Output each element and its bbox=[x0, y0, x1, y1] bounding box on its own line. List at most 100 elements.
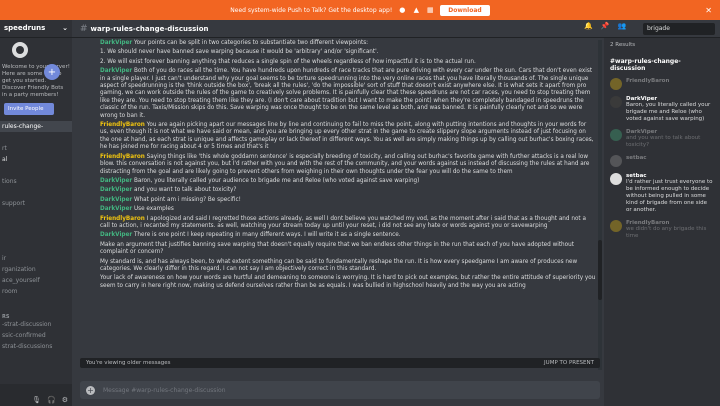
channel-item[interactable]: rules-change- bbox=[0, 121, 72, 132]
channel-item[interactable] bbox=[0, 209, 72, 220]
message-text: Both of you do races all the time. You h… bbox=[100, 68, 593, 119]
avatar bbox=[610, 155, 622, 167]
hash-icon: # bbox=[80, 23, 88, 34]
message-author[interactable]: DarkViper bbox=[100, 40, 132, 46]
result-text: I'd rather just trust everyone to be inf… bbox=[626, 179, 713, 213]
desktop-app-banner: Need system-wide Push to Talk? Get the d… bbox=[0, 0, 720, 20]
avatar bbox=[610, 173, 622, 185]
message-author[interactable]: DarkViper bbox=[100, 68, 132, 74]
server-name: speedruns bbox=[4, 24, 46, 32]
message-author[interactable]: DarkViper bbox=[100, 178, 132, 184]
message-composer[interactable]: + Message #warp-rules-change-discussion bbox=[80, 381, 600, 399]
members-icon[interactable]: 👥 bbox=[617, 22, 626, 30]
channel-item[interactable]: tions bbox=[0, 176, 72, 187]
search-input[interactable]: brigade bbox=[643, 23, 715, 35]
channel-list: rules-change-rt al tions support ir rganizati… bbox=[0, 121, 72, 352]
viewing-bar bbox=[0, 384, 72, 394]
results-count: 2 Results bbox=[610, 42, 636, 48]
search-result[interactable]: setbac bbox=[610, 155, 714, 167]
chevron-down-icon[interactable]: ⌄ bbox=[62, 24, 68, 33]
message: DarkViper Use examples bbox=[100, 206, 596, 213]
result-text: Baron, you literally called your brigade… bbox=[626, 102, 711, 122]
message-author[interactable]: DarkViper bbox=[100, 206, 132, 212]
search-result[interactable]: setbac I'd rather just trust everyone to … bbox=[610, 173, 714, 214]
banner-text: Need system-wide Push to Talk? Get the d… bbox=[230, 6, 393, 14]
invite-people-button[interactable]: Invite People bbox=[4, 103, 54, 115]
search-result[interactable]: DarkViper Baron, you literally called you… bbox=[610, 96, 714, 123]
message-text: Baron, you literally called your audienc… bbox=[133, 177, 420, 184]
avatar bbox=[610, 129, 622, 141]
mic-icon[interactable]: 🎙 bbox=[32, 396, 41, 404]
message: DarkViper and you want to talk about tox… bbox=[100, 187, 596, 194]
scrollbar[interactable] bbox=[598, 40, 602, 370]
message-author[interactable]: FriendlyBaron bbox=[100, 122, 145, 128]
message-author[interactable]: FriendlyBaron bbox=[100, 154, 145, 160]
channel-item[interactable]: ssic-confirmed bbox=[0, 330, 72, 341]
channel-item[interactable] bbox=[0, 187, 72, 198]
message-text: What point am i missing? Be specific! bbox=[133, 196, 241, 203]
channel-item[interactable] bbox=[0, 297, 72, 308]
message-author[interactable]: DarkViper bbox=[100, 197, 132, 203]
message-author[interactable]: DarkViper bbox=[100, 232, 132, 238]
search-result[interactable]: FriendlyBaron bbox=[610, 78, 714, 90]
channel-item[interactable]: ace_yourself bbox=[0, 275, 72, 286]
channel-item[interactable]: al bbox=[0, 154, 72, 165]
search-result[interactable]: FriendlyBaron we didn't do any brigade th… bbox=[610, 220, 714, 240]
jump-to-present-button[interactable]: JUMP TO PRESENT bbox=[544, 360, 594, 366]
results-channel: #warp-rules-change-discussion bbox=[610, 58, 681, 72]
channel-item[interactable]: support bbox=[0, 198, 72, 209]
channel-item[interactable] bbox=[0, 165, 72, 176]
apple-icon[interactable]: ● bbox=[398, 6, 406, 14]
channel-item[interactable] bbox=[0, 231, 72, 242]
result-author: FriendlyBaron bbox=[626, 78, 670, 84]
message: DarkViper Your points can be split in tw… bbox=[100, 40, 596, 47]
message-text: I apologized and said I regretted those … bbox=[100, 215, 586, 229]
channel-item[interactable]: strat-discussions bbox=[0, 341, 72, 352]
composer-placeholder: Message #warp-rules-change-discussion bbox=[103, 386, 226, 394]
message: DarkViper Both of you do races all the t… bbox=[100, 68, 596, 120]
result-text: we didn't do any brigade this time bbox=[626, 226, 707, 239]
download-button[interactable]: Download bbox=[440, 4, 490, 16]
message-text: There is one point I keep repeating in m… bbox=[133, 232, 401, 239]
message: DarkViper Baron, you literally called yo… bbox=[100, 178, 596, 185]
android-icon[interactable]: ▲ bbox=[412, 6, 420, 14]
message-text: and you want to talk about toxicity? bbox=[133, 187, 237, 194]
channel-item[interactable] bbox=[0, 242, 72, 253]
message-text: 2. We will exist forever banning anythin… bbox=[100, 58, 476, 65]
pin-icon[interactable]: 📌 bbox=[601, 22, 610, 30]
message-text: Your lack of awareness on how your words… bbox=[100, 275, 596, 289]
channel-item[interactable] bbox=[0, 220, 72, 231]
result-author: setbac bbox=[626, 155, 647, 161]
channel-item[interactable]: ir bbox=[0, 253, 72, 264]
channel-item[interactable]: rganization bbox=[0, 264, 72, 275]
message: FriendlyBaron Saying things like 'this w… bbox=[100, 154, 596, 176]
message-text: Make an argument that justifies banning … bbox=[100, 241, 574, 256]
upload-plus-icon[interactable]: + bbox=[86, 385, 95, 395]
channel-title: warp-rules-change-discussion bbox=[90, 24, 209, 33]
add-icon[interactable]: + bbox=[44, 64, 60, 80]
search-result[interactable]: DarkViper and you want to talk about toxi… bbox=[610, 129, 714, 149]
avatar bbox=[610, 96, 622, 108]
headphones-icon[interactable]: 🎧 bbox=[47, 396, 56, 404]
search-results-panel: 2 Results #warp-rules-change-discussion … bbox=[604, 38, 720, 406]
windows-icon[interactable]: ▦ bbox=[426, 6, 434, 14]
jump-bar[interactable]: You're viewing older messages JUMP TO PR… bbox=[80, 358, 600, 368]
server-header[interactable]: speedruns ⌄ bbox=[0, 20, 72, 38]
scrollbar-thumb[interactable] bbox=[598, 240, 602, 300]
message-author[interactable]: DarkViper bbox=[100, 187, 132, 193]
message-author[interactable]: FriendlyBaron bbox=[100, 216, 145, 222]
channel-item[interactable]: -strat-discussion bbox=[0, 319, 72, 330]
channel-item[interactable]: rt bbox=[0, 143, 72, 154]
settings-icon[interactable]: ⚙ bbox=[62, 396, 68, 404]
header-icons: 🔔 📌 👥 bbox=[584, 22, 626, 30]
results-list: FriendlyBaron DarkViper Baron, you literal… bbox=[610, 78, 714, 240]
message: DarkViper There is one point I keep repe… bbox=[100, 232, 596, 239]
channel-category[interactable] bbox=[0, 132, 72, 143]
channel-item[interactable]: room bbox=[0, 286, 72, 297]
channel-category[interactable]: rs bbox=[0, 308, 72, 319]
message: Your lack of awareness on how your words… bbox=[100, 275, 596, 290]
bell-icon[interactable]: 🔔 bbox=[584, 22, 593, 30]
message-text: Your points can be split in two categori… bbox=[133, 40, 369, 46]
message-text: 1. We should never have banned save warp… bbox=[100, 49, 379, 56]
close-banner-icon[interactable]: ✕ bbox=[705, 6, 712, 15]
